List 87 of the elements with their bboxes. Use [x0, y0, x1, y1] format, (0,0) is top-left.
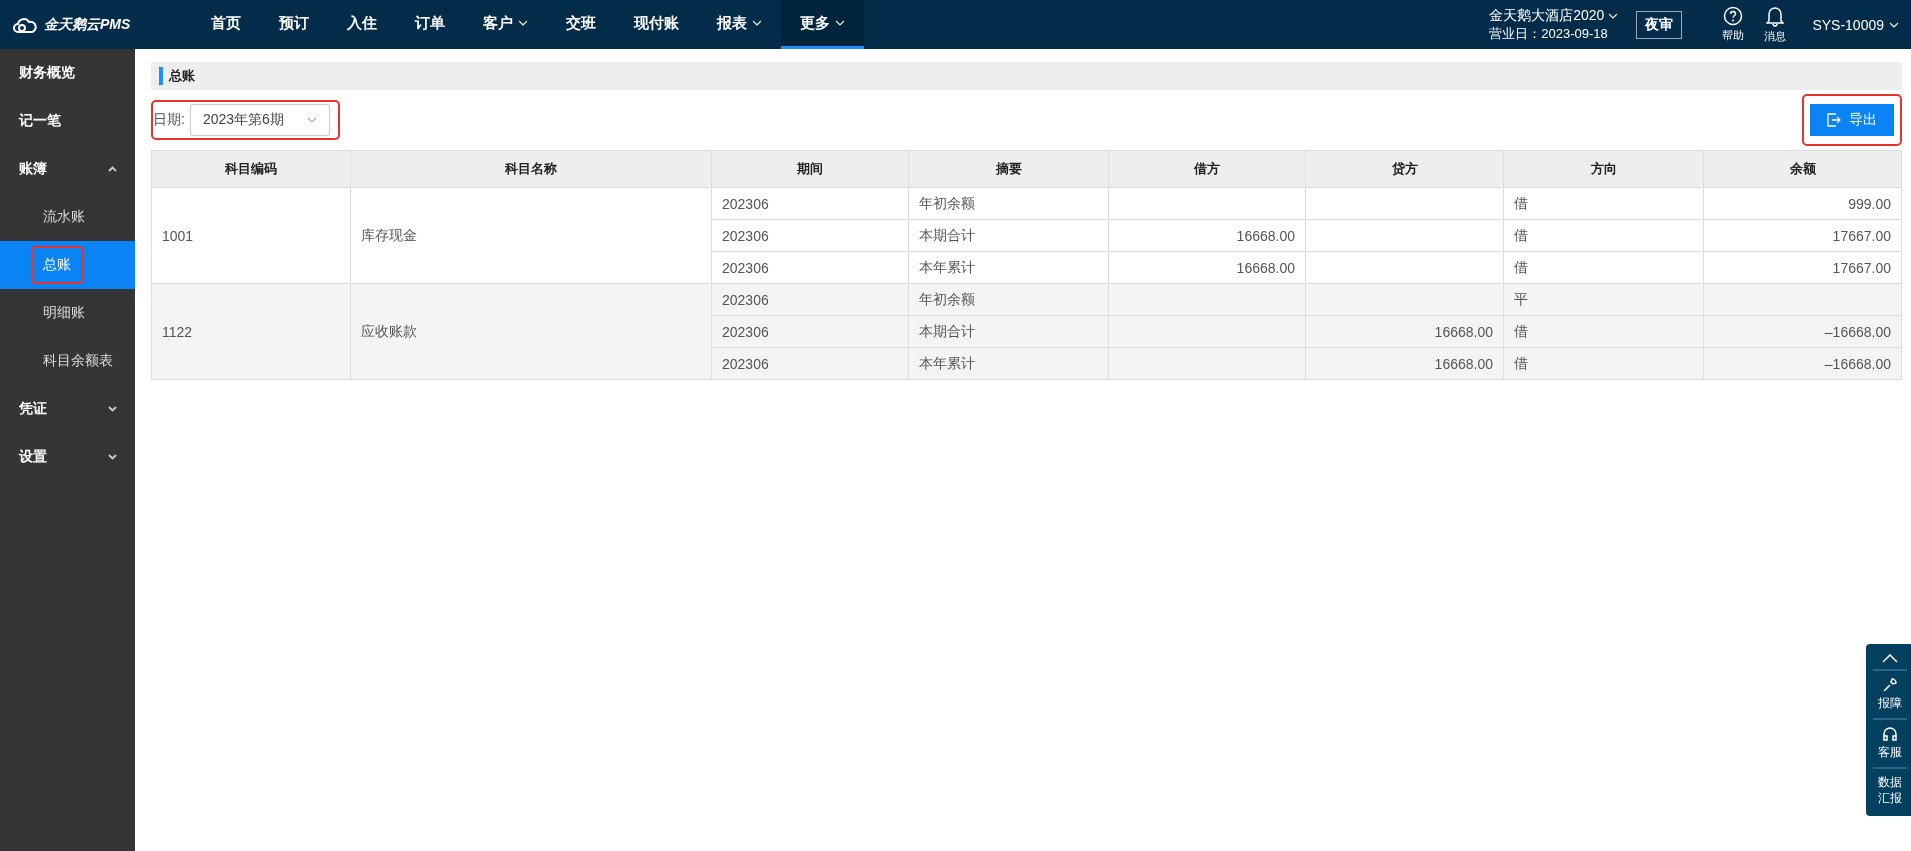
sidebar-item[interactable]: 设置 [0, 433, 135, 481]
sidebar-item[interactable]: 明细账 [0, 289, 135, 337]
sidebar-item[interactable]: 科目余额表 [0, 337, 135, 385]
table-cell: 16668.00 [1108, 251, 1306, 284]
column-header: 贷方 [1305, 150, 1504, 188]
table-cell: 本期合计 [908, 219, 1109, 252]
help-icon [1723, 6, 1744, 26]
chevron-icon [108, 454, 117, 460]
user-menu[interactable]: SYS-10009 [1796, 0, 1911, 49]
night-audit-button[interactable]: 夜审 [1636, 10, 1683, 39]
column-header: 科目编码 [151, 150, 351, 188]
nav-tab[interactable]: 交班 [547, 0, 615, 49]
table-cell: 借 [1503, 187, 1704, 220]
caret-icon [1608, 12, 1619, 19]
help-button[interactable]: 帮助 [1712, 0, 1755, 49]
table-cell: 本年累计 [908, 347, 1109, 380]
cloud-icon [12, 15, 38, 34]
nav-tab[interactable]: 现付账 [615, 0, 698, 49]
table-cell: 202306 [711, 283, 909, 316]
date-label: 日期: [153, 111, 185, 129]
report-issue-button[interactable]: 报障 [1872, 671, 1907, 720]
sidebar-item[interactable]: 流水账 [0, 193, 135, 241]
table-cell: 年初余额 [908, 283, 1109, 316]
sidebar-item[interactable]: 凭证 [0, 385, 135, 433]
app-logo: 金天鹅云PMS [0, 0, 192, 49]
table-cell: 202306 [711, 347, 909, 380]
nav-tab[interactable]: 预订 [260, 0, 328, 49]
caret-icon [306, 117, 317, 123]
table-cell: –16668.00 [1703, 315, 1902, 348]
table-cell: 1001 [151, 187, 351, 284]
chevron-icon [108, 166, 117, 172]
table-cell: 1122 [151, 283, 351, 380]
table-cell: 平 [1503, 283, 1704, 316]
table-cell: 借 [1503, 347, 1704, 380]
caret-icon [752, 20, 762, 26]
table-cell: 17667.00 [1703, 251, 1902, 284]
table-cell: 16668.00 [1305, 315, 1504, 348]
data-report-button[interactable]: 数据汇报 [1872, 769, 1907, 813]
sidebar-item[interactable]: 财务概览 [0, 49, 135, 97]
table-cell: 借 [1503, 315, 1704, 348]
sidebar-item[interactable]: 账簿 [0, 145, 135, 193]
headset-icon [1881, 726, 1898, 742]
nav-tab[interactable]: 首页 [192, 0, 260, 49]
table-cell: 借 [1503, 219, 1704, 252]
table-cell: 999.00 [1703, 187, 1902, 220]
wrench-icon [1881, 677, 1898, 693]
table-cell: 库存现金 [350, 187, 712, 284]
service-button[interactable]: 客服 [1872, 720, 1907, 769]
table-cell: 202306 [711, 251, 909, 284]
table-cell: 16668.00 [1108, 219, 1306, 252]
table-cell: 17667.00 [1703, 219, 1902, 252]
table-cell: 202306 [711, 187, 909, 220]
nav-tab[interactable]: 入住 [328, 0, 396, 49]
column-header: 方向 [1503, 150, 1704, 188]
sidebar-item[interactable]: 总账 [0, 241, 135, 289]
export-button[interactable]: 导出 [1810, 104, 1894, 136]
table-cell: 本期合计 [908, 315, 1109, 348]
period-dropdown[interactable]: 2023年第6期 [189, 104, 330, 136]
chevron-up-icon [1881, 654, 1898, 663]
column-header: 借方 [1108, 150, 1306, 188]
nav-tab[interactable]: 更多 [781, 0, 864, 49]
table-cell: 应收账款 [350, 283, 712, 380]
nav-tab[interactable]: 报表 [698, 0, 781, 49]
table-cell: 202306 [711, 219, 909, 252]
column-header: 余额 [1703, 150, 1902, 188]
table-cell: 本年累计 [908, 251, 1109, 284]
table-cell: 16668.00 [1305, 347, 1504, 380]
table-cell: 借 [1503, 251, 1704, 284]
nav-tab[interactable]: 订单 [396, 0, 464, 49]
column-header: 期间 [711, 150, 909, 188]
messages-button[interactable]: 消息 [1754, 0, 1797, 49]
caret-icon [518, 20, 528, 26]
caret-icon [835, 20, 845, 26]
sidebar-item[interactable]: 记一笔 [0, 97, 135, 145]
table-cell: 年初余额 [908, 187, 1109, 220]
nav-tab[interactable]: 客户 [464, 0, 547, 49]
chevron-icon [108, 406, 117, 412]
section-title: 总账 [169, 67, 195, 85]
column-header: 科目名称 [350, 150, 712, 188]
column-header: 摘要 [908, 150, 1109, 188]
hotel-name[interactable]: 金天鹅大酒店2020 [1489, 6, 1605, 25]
bell-icon [1766, 5, 1785, 27]
export-icon [1827, 113, 1841, 127]
table-cell: 202306 [711, 315, 909, 348]
caret-icon [1889, 21, 1899, 28]
table-cell: –16668.00 [1703, 347, 1902, 380]
business-date: 营业日：2023-09-18 [1489, 24, 1609, 43]
